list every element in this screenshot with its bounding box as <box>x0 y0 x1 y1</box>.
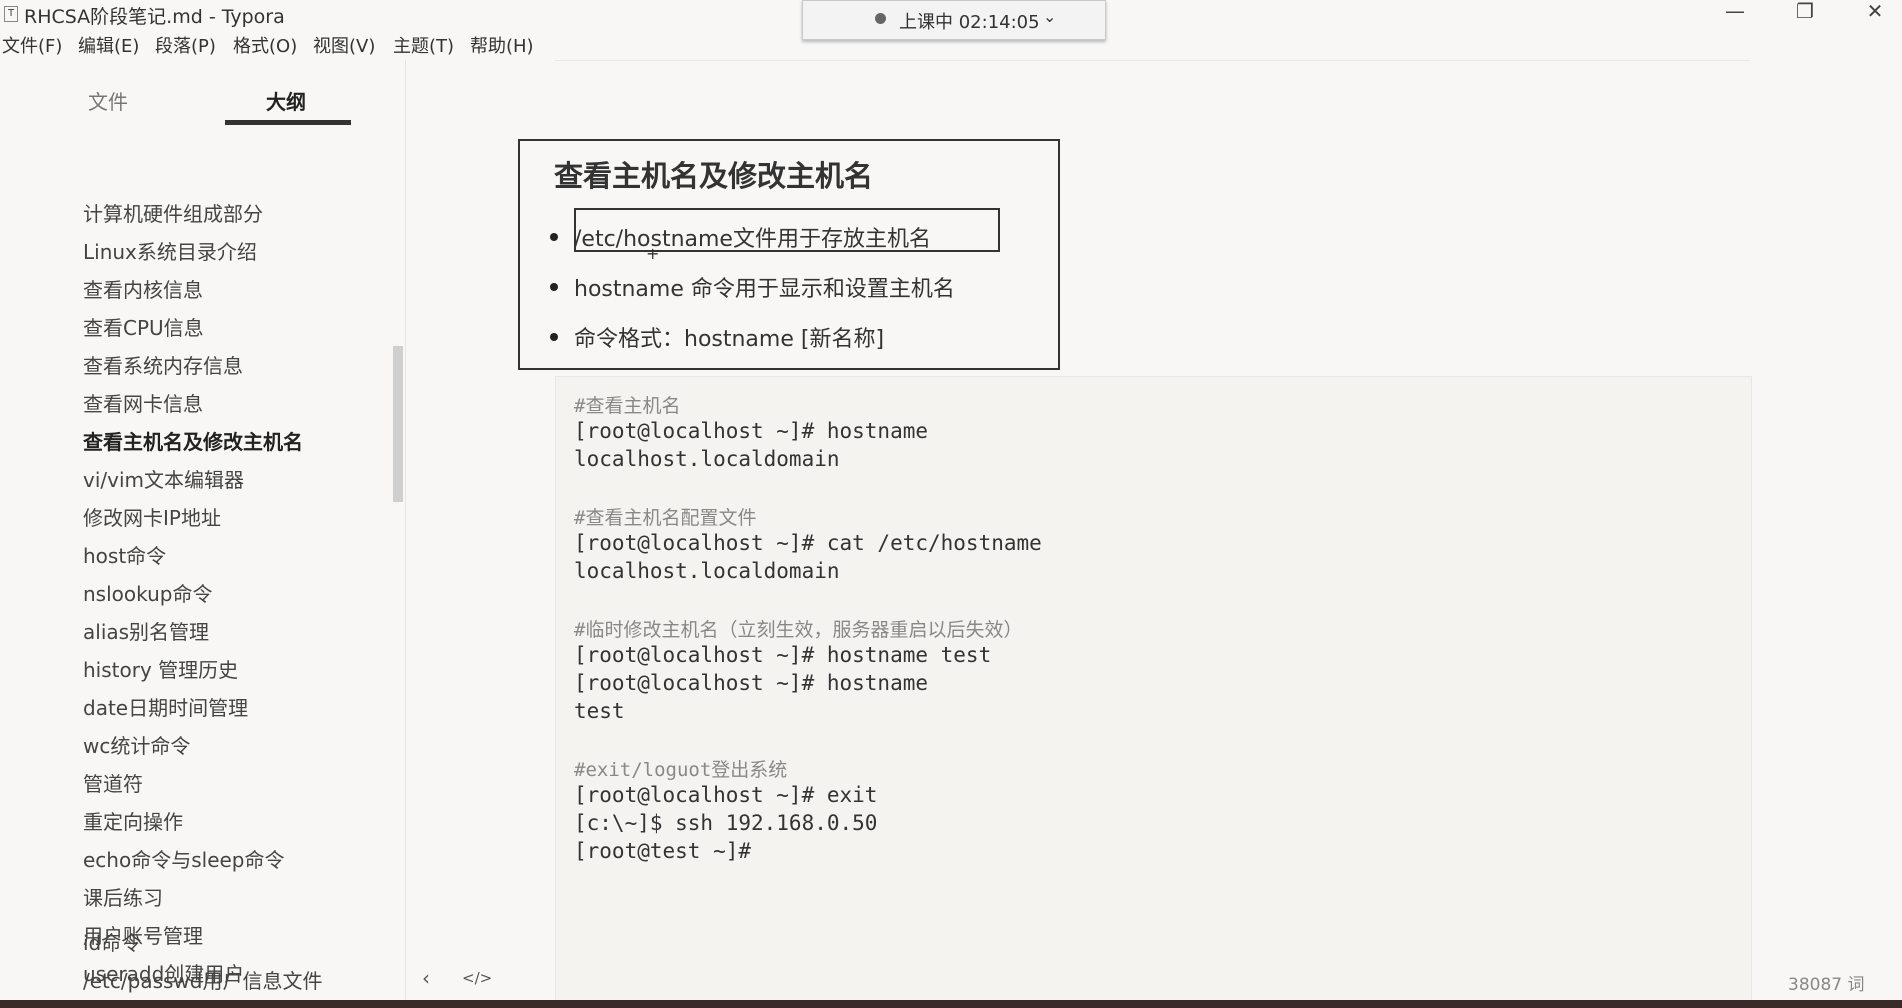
menu-theme[interactable]: 主题(T) <box>393 32 454 58</box>
bullet-item: hostname 命令用于显示和设置主机名 <box>550 271 955 303</box>
outline-item-active[interactable]: 查看主机名及修改主机名 <box>83 426 303 455</box>
outline-item[interactable]: alias别名管理 <box>83 616 209 645</box>
chevron-down-icon[interactable]: ⌄ <box>1043 7 1056 26</box>
code-line: [root@localhost ~]# hostname <box>574 419 929 443</box>
outline-item[interactable]: vi/vim文本编辑器 <box>83 464 244 493</box>
outline-item[interactable]: 查看系统内存信息 <box>83 350 243 379</box>
code-comment: #exit/loguot登出系统 <box>574 759 788 781</box>
bullet-item: 命令格式：hostname [新名称] <box>549 321 884 353</box>
code-line: localhost.localdomain <box>574 447 840 471</box>
code-comment: #查看主机名配置文件 <box>574 507 757 529</box>
tab-files[interactable]: 文件 <box>88 86 128 115</box>
outline-item[interactable]: 查看内核信息 <box>83 274 203 303</box>
outline-item[interactable]: Linux系统目录介绍 <box>83 236 257 265</box>
outline-item[interactable]: 计算机硬件组成部分 <box>83 198 263 227</box>
code-comment: #临时修改主机名（立刻生效，服务器重启以后失效） <box>574 619 1023 641</box>
code-comment: #查看主机名 <box>574 395 681 417</box>
outline-item[interactable]: history 管理历史 <box>83 654 238 683</box>
close-button[interactable]: ✕ <box>1852 0 1898 24</box>
section-heading: 查看主机名及修改主机名 <box>554 159 874 193</box>
status-bar: ‹ </> <box>406 960 1902 1000</box>
outline-list: 计算机硬件组成部分 Linux系统目录介绍 查看内核信息 查看CPU信息 查看系… <box>83 126 393 1006</box>
taskbar-edge <box>0 1000 1902 1008</box>
code-line: [root@localhost ~]# hostname <box>574 671 929 695</box>
menu-format[interactable]: 格式(O) <box>233 32 297 58</box>
outline-item[interactable]: 查看网卡信息 <box>83 388 203 417</box>
outline-item[interactable]: echo命令与sleep命令 <box>83 844 285 873</box>
code-block[interactable]: #查看主机名 [root@localhost ~]# hostname loca… <box>555 376 1752 1001</box>
outline-item[interactable]: 课后练习 <box>83 882 163 911</box>
sidebar-scrollbar[interactable] <box>393 346 403 502</box>
outline-item[interactable]: 修改网卡IP地址 <box>83 502 221 531</box>
menu-paragraph[interactable]: 段落(P) <box>155 32 216 58</box>
menu-bar: 文件(F) 编辑(E) 段落(P) 格式(O) 视图(V) 主题(T) 帮助(H… <box>0 30 540 60</box>
outline-item[interactable]: date日期时间管理 <box>83 692 248 721</box>
mouse-cursor-icon: + <box>646 244 660 263</box>
menu-help[interactable]: 帮助(H) <box>470 32 534 58</box>
bullet-item: /etc/hostname文件用于存放主机名 <box>550 221 931 253</box>
maximize-button[interactable]: ❐ <box>1782 0 1828 24</box>
sidebar-divider <box>405 60 406 1008</box>
outline-item[interactable]: 管道符 <box>83 768 143 797</box>
annotation-box: 查看主机名及修改主机名 /etc/hostname文件用于存放主机名 hostn… <box>518 139 1060 370</box>
source-code-icon[interactable]: </> <box>462 969 492 987</box>
outline-item[interactable]: nslookup命令 <box>83 578 212 607</box>
code-line: [c:\~]$ ssh 192.168.0.50 <box>574 811 878 835</box>
minimize-button[interactable]: — <box>1712 0 1758 24</box>
timer-label: 上课中 02:14:05 <box>899 12 1040 33</box>
editor-top-divider <box>555 60 1750 61</box>
class-timer-widget[interactable]: 上课中 02:14:05 ⌄ <box>802 0 1106 40</box>
menu-file[interactable]: 文件(F) <box>2 32 62 58</box>
recording-dot-icon <box>875 13 886 24</box>
menu-edit[interactable]: 编辑(E) <box>78 32 139 58</box>
outline-item[interactable]: id命令 <box>83 927 141 956</box>
outline-item[interactable]: /etc/passwd用户信息文件 <box>83 965 322 994</box>
active-tab-indicator <box>225 120 351 125</box>
code-line: localhost.localdomain <box>574 559 840 583</box>
window-title: RHCSA阶段笔记.md - Typora <box>24 6 285 28</box>
outline-item[interactable]: 重定向操作 <box>83 806 183 835</box>
chevron-left-icon[interactable]: ‹ <box>422 966 430 990</box>
code-line: [root@localhost ~]# hostname test <box>574 643 992 667</box>
code-line: [root@localhost ~]# cat /etc/hostname <box>574 531 1042 555</box>
typora-app-icon: T <box>4 6 18 22</box>
sidebar: 文件 大纲 计算机硬件组成部分 Linux系统目录介绍 查看内核信息 查看CPU… <box>0 68 405 1003</box>
code-line: [root@localhost ~]# exit <box>574 783 878 807</box>
outline-item[interactable]: host命令 <box>83 540 166 569</box>
outline-item[interactable]: 查看CPU信息 <box>83 312 204 341</box>
tab-outline[interactable]: 大纲 <box>266 86 306 115</box>
outline-item[interactable]: wc统计命令 <box>83 730 190 759</box>
code-line: test <box>574 699 625 723</box>
menu-view[interactable]: 视图(V) <box>313 32 375 58</box>
word-count[interactable]: 38087 词 <box>1788 970 1864 995</box>
code-line: [root@test ~]# <box>574 839 752 863</box>
